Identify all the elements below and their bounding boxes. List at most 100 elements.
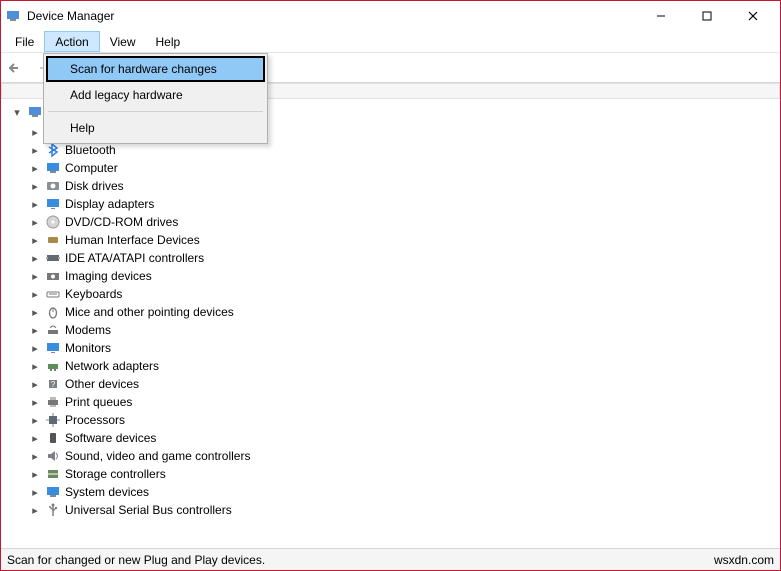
tree-row[interactable]: ▸ Storage controllers — [29, 465, 780, 483]
tree-item-label: Other devices — [65, 377, 139, 391]
window-title: Device Manager — [27, 9, 638, 23]
menubar: File Action View Help — [1, 31, 780, 53]
tree-row[interactable]: ▸ Print queues — [29, 393, 780, 411]
titlebar: Device Manager — [1, 1, 780, 31]
svg-text:?: ? — [51, 380, 56, 389]
software-icon — [45, 430, 61, 446]
tree-row[interactable]: ▸? Other devices — [29, 375, 780, 393]
chevron-right-icon[interactable]: ▸ — [29, 270, 41, 283]
menu-separator — [48, 111, 263, 112]
tree-row[interactable]: ▸ System devices — [29, 483, 780, 501]
menu-help-item[interactable]: Help — [46, 115, 265, 141]
tree-item-label: Modems — [65, 323, 111, 337]
tree-row[interactable]: ▸ Keyboards — [29, 285, 780, 303]
tree-item-label: Human Interface Devices — [65, 233, 200, 247]
keyboard-icon — [45, 286, 61, 302]
menu-file[interactable]: File — [5, 31, 44, 52]
chevron-right-icon[interactable]: ▸ — [29, 360, 41, 373]
display-icon — [45, 196, 61, 212]
chevron-right-icon[interactable]: ▸ — [29, 288, 41, 301]
tree-row[interactable]: ▸ Sound, video and game controllers — [29, 447, 780, 465]
tree-row[interactable]: ▸ Disk drives — [29, 177, 780, 195]
chevron-right-icon[interactable]: ▸ — [29, 396, 41, 409]
tree-item-label: DVD/CD-ROM drives — [65, 215, 178, 229]
modem-icon — [45, 322, 61, 338]
tree-item-label: Sound, video and game controllers — [65, 449, 250, 463]
tree-item-label: Keyboards — [65, 287, 122, 301]
close-button[interactable] — [730, 1, 776, 31]
other-icon: ? — [45, 376, 61, 392]
monitor-icon — [45, 340, 61, 356]
tree-item-label: Storage controllers — [65, 467, 166, 481]
chevron-right-icon[interactable]: ▸ — [29, 486, 41, 499]
chevron-right-icon[interactable]: ▸ — [29, 234, 41, 247]
window-controls — [638, 1, 776, 31]
tree-item-label: Computer — [65, 161, 118, 175]
chevron-right-icon[interactable]: ▸ — [29, 162, 41, 175]
statusbar: Scan for changed or new Plug and Play de… — [1, 548, 780, 570]
maximize-button[interactable] — [684, 1, 730, 31]
menu-help[interactable]: Help — [146, 31, 191, 52]
tree-row[interactable]: ▸ Human Interface Devices — [29, 231, 780, 249]
tree-row[interactable]: ▸ IDE ATA/ATAPI controllers — [29, 249, 780, 267]
tree-item-label: Bluetooth — [65, 143, 116, 157]
tree-item-label: Disk drives — [65, 179, 124, 193]
sound-icon — [45, 448, 61, 464]
menu-action[interactable]: Action — [44, 31, 99, 52]
chevron-right-icon[interactable]: ▸ — [29, 180, 41, 193]
computer-icon — [45, 160, 61, 176]
tree-row[interactable]: ▸Monitors — [29, 339, 780, 357]
mouse-icon — [45, 304, 61, 320]
system-icon — [45, 484, 61, 500]
statusbar-right: wsxdn.com — [714, 553, 774, 567]
tree-row[interactable]: ▸ Mice and other pointing devices — [29, 303, 780, 321]
cpu-icon — [45, 412, 61, 428]
tree-item-label: Display adapters — [65, 197, 154, 211]
imaging-icon — [45, 268, 61, 284]
chevron-right-icon[interactable]: ▸ — [29, 216, 41, 229]
tree-item-label: Network adapters — [65, 359, 159, 373]
tree-item-label: System devices — [65, 485, 149, 499]
tree-row[interactable]: ▸ Modems — [29, 321, 780, 339]
chevron-right-icon[interactable]: ▸ — [29, 414, 41, 427]
chevron-right-icon[interactable]: ▸ — [29, 504, 41, 517]
tree-row[interactable]: ▸ Computer — [29, 159, 780, 177]
tree-item-label: Processors — [65, 413, 125, 427]
tree-row[interactable]: ▸ Display adapters — [29, 195, 780, 213]
tree-item-label: Print queues — [65, 395, 132, 409]
bluetooth-icon — [45, 142, 61, 158]
chevron-right-icon[interactable]: ▸ — [29, 198, 41, 211]
chevron-down-icon[interactable]: ▾ — [11, 106, 23, 119]
chevron-right-icon[interactable]: ▸ — [29, 342, 41, 355]
tree-item-label: IDE ATA/ATAPI controllers — [65, 251, 204, 265]
tree-row[interactable]: ▸Universal Serial Bus controllers — [29, 501, 780, 519]
menu-view[interactable]: View — [100, 31, 146, 52]
usb-icon — [45, 502, 61, 518]
chevron-right-icon[interactable]: ▸ — [29, 324, 41, 337]
tree-row[interactable]: ▸ Software devices — [29, 429, 780, 447]
chevron-right-icon[interactable]: ▸ — [29, 450, 41, 463]
tree-item-label: Mice and other pointing devices — [65, 305, 234, 319]
device-tree: ▾ ▸Batteries▸Bluetooth▸Computer▸Disk dri… — [1, 99, 780, 519]
chevron-right-icon[interactable]: ▸ — [29, 432, 41, 445]
menu-add-legacy[interactable]: Add legacy hardware — [46, 82, 265, 108]
chevron-right-icon[interactable]: ▸ — [29, 468, 41, 481]
hid-icon — [45, 232, 61, 248]
tree-row[interactable]: ▸Imaging devices — [29, 267, 780, 285]
back-button[interactable] — [5, 57, 27, 79]
tree-row[interactable]: ▸ Network adapters — [29, 357, 780, 375]
chevron-right-icon[interactable]: ▸ — [29, 378, 41, 391]
print-icon — [45, 394, 61, 410]
chevron-right-icon[interactable]: ▸ — [29, 252, 41, 265]
chevron-right-icon[interactable]: ▸ — [29, 144, 41, 157]
computer-icon — [27, 104, 43, 120]
minimize-button[interactable] — [638, 1, 684, 31]
chevron-right-icon[interactable]: ▸ — [29, 126, 41, 139]
network-icon — [45, 358, 61, 374]
app-icon — [5, 8, 21, 24]
tree-row[interactable]: ▸ DVD/CD-ROM drives — [29, 213, 780, 231]
tree-item-label: Software devices — [65, 431, 156, 445]
chevron-right-icon[interactable]: ▸ — [29, 306, 41, 319]
tree-row[interactable]: ▸ Processors — [29, 411, 780, 429]
menu-scan-hardware[interactable]: Scan for hardware changes — [46, 56, 265, 82]
